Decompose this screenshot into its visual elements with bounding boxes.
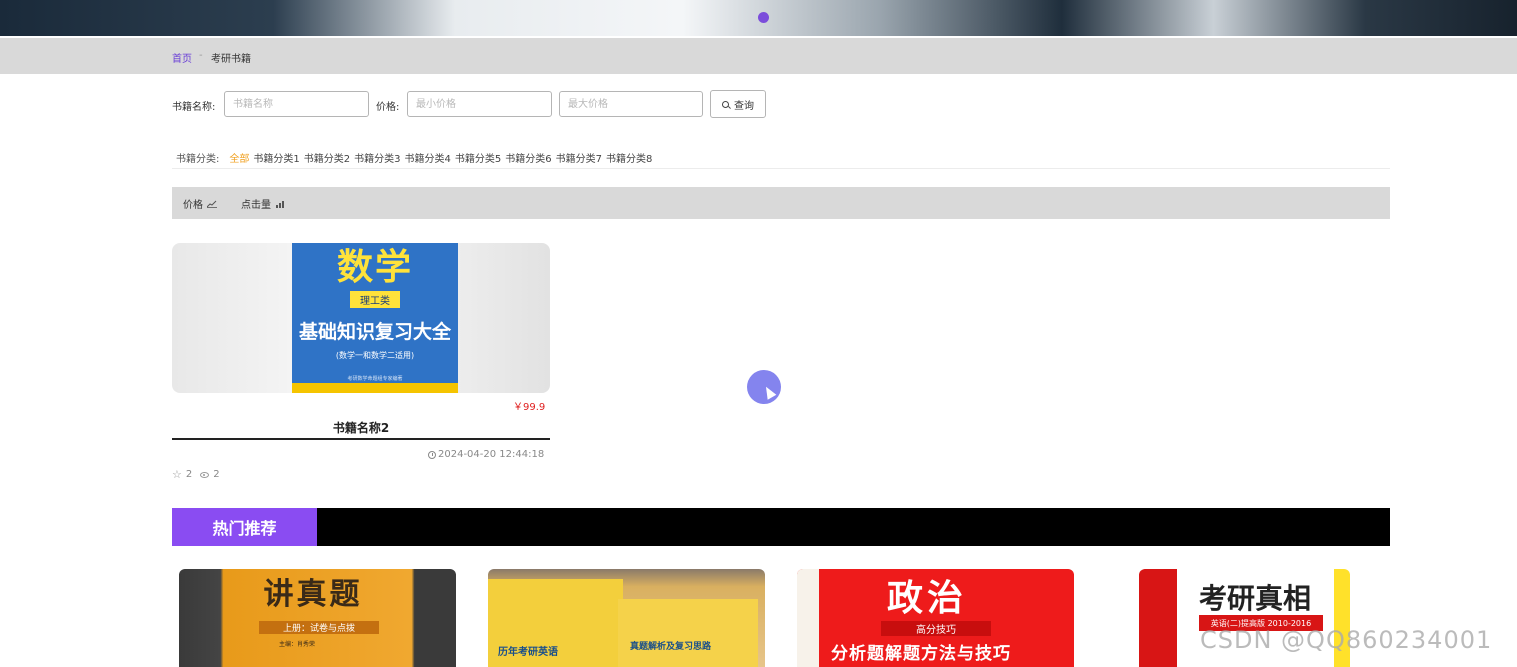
max-price-input[interactable]	[559, 91, 703, 117]
hot-item-2-line1: 历年考研英语	[498, 647, 558, 658]
category-label: 书籍分类:	[176, 153, 220, 165]
book-card-image[interactable]: 数学 理工类 基础知识复习大全 (数学一和数学二适用) 考研数学命题组专家编著	[172, 243, 550, 393]
hot-item-2[interactable]: 历年考研英语 真题解析及复习思路	[488, 569, 765, 667]
banner-carousel[interactable]	[0, 0, 1517, 36]
hot-item-3-spine	[797, 569, 819, 667]
category-filter: 书籍分类: 全部 书籍分类1 书籍分类2 书籍分类3 书籍分类4 书籍分类5 书…	[176, 150, 656, 165]
category-6[interactable]: 书籍分类6	[505, 150, 551, 165]
breadcrumb-home-link[interactable]: 首页	[172, 50, 192, 65]
search-button-label: 查询	[734, 100, 754, 112]
category-all[interactable]: 全部	[229, 150, 249, 165]
book-time-text: 2024-04-20 12:44:18	[438, 449, 545, 460]
category-divider	[172, 168, 1390, 169]
hot-item-3-main: 分析题解题方法与技巧	[831, 644, 1011, 664]
category-1[interactable]: 书籍分类1	[253, 150, 299, 165]
breadcrumb-current: 考研书籍	[211, 54, 251, 65]
category-5[interactable]: 书籍分类5	[455, 150, 501, 165]
hot-item-1-title: 讲真题	[263, 577, 363, 612]
hot-item-2-line2: 真题解析及复习思路	[630, 642, 712, 652]
cover-note: (数学一和数学二适用)	[335, 351, 415, 360]
breadcrumb-separator: -	[199, 50, 203, 61]
cover-band	[292, 383, 458, 393]
price-label: 价格:	[376, 102, 400, 113]
hot-item-3-subtitle: 高分技巧	[881, 621, 991, 636]
cover-publisher: 考研数学命题组专家编著	[347, 376, 403, 382]
min-price-input[interactable]	[407, 91, 552, 117]
category-4[interactable]: 书籍分类4	[405, 150, 451, 165]
hot-item-1-subtitle: 上册：试卷与点拨	[259, 621, 379, 634]
bar-chart-icon	[276, 200, 284, 208]
search-icon	[722, 100, 729, 108]
sort-by-price[interactable]: 价格	[183, 196, 217, 211]
category-3[interactable]: 书籍分类3	[354, 150, 400, 165]
sort-clicks-label: 点击量	[241, 200, 271, 211]
hot-section-bar	[172, 508, 1390, 546]
sort-by-clicks[interactable]: 点击量	[241, 196, 285, 211]
category-2[interactable]: 书籍分类2	[304, 150, 350, 165]
hot-item-4-title: 考研真相	[1199, 582, 1312, 615]
carousel-indicator-dot[interactable]	[758, 12, 769, 23]
hot-item-3[interactable]: 政治 高分技巧 分析题解题方法与技巧	[797, 569, 1074, 667]
sort-price-label: 价格	[183, 200, 203, 211]
category-7[interactable]: 书籍分类7	[556, 150, 602, 165]
favorite-count: 2	[185, 469, 193, 480]
search-button[interactable]: 查询	[710, 90, 766, 118]
book-cover: 数学 理工类 基础知识复习大全 (数学一和数学二适用) 考研数学命题组专家编著	[292, 243, 458, 393]
hot-item-1-author: 主编：肖秀荣	[279, 641, 316, 648]
book-name-input[interactable]	[224, 91, 369, 117]
book-price: ￥99.9	[513, 402, 546, 413]
cover-subtitle: 理工类	[350, 291, 400, 308]
hot-item-2-book-b	[618, 599, 758, 667]
breadcrumb: 首页 - 考研书籍	[0, 38, 1517, 74]
hot-section-title: 热门推荐	[172, 508, 317, 546]
cover-title: 数学	[336, 246, 413, 288]
book-name-underline	[172, 438, 550, 440]
watermark: CSDN @QQ860234001	[1200, 626, 1493, 654]
star-icon: ☆	[172, 468, 182, 481]
book-stats: ☆ 2 2	[172, 468, 220, 481]
view-count: 2	[213, 469, 220, 480]
clock-icon	[428, 450, 436, 459]
book-name[interactable]: 书籍名称2	[172, 419, 550, 436]
trend-up-icon	[207, 200, 217, 208]
cover-main: 基础知识复习大全	[298, 321, 451, 343]
hot-item-4-spine	[1139, 569, 1177, 667]
hot-item-1[interactable]: 讲真题 上册：试卷与点拨 主编：肖秀荣	[179, 569, 456, 667]
category-8[interactable]: 书籍分类8	[606, 150, 652, 165]
book-time: 2024-04-20 12:44:18	[428, 449, 544, 460]
eye-icon	[200, 471, 210, 478]
hot-item-3-title: 政治	[887, 577, 968, 619]
sort-bar: 价格 点击量	[172, 187, 1390, 219]
book-name-label: 书籍名称:	[172, 102, 216, 113]
